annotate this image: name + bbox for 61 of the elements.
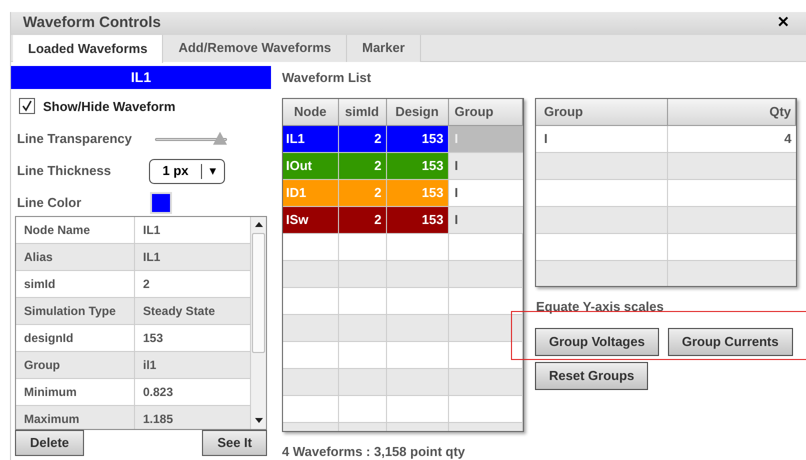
group-button[interactable]: Reset Groups bbox=[535, 362, 648, 390]
property-value: IL1 bbox=[142, 248, 162, 266]
tab[interactable]: Add/Remove Waveforms bbox=[163, 34, 348, 62]
property-name: Simulation Type bbox=[16, 298, 135, 324]
table-cell: 2 bbox=[338, 152, 386, 180]
delete-button[interactable]: Delete bbox=[15, 430, 84, 456]
property-name: Minimum bbox=[16, 378, 135, 404]
section-title: Waveform List bbox=[282, 68, 372, 86]
property-value: 2 bbox=[142, 276, 151, 292]
color-swatch[interactable] bbox=[150, 192, 172, 214]
scrollbar[interactable] bbox=[250, 216, 266, 428]
property-value: 0.823 bbox=[142, 384, 174, 400]
table-cell: ID1 bbox=[283, 180, 338, 206]
status-text: 4 Waveforms : 3,158 point qty bbox=[282, 442, 466, 460]
table-cell: 153 bbox=[386, 206, 448, 234]
down-arrow-icon[interactable] bbox=[254, 418, 262, 423]
group-button[interactable]: Group Voltages bbox=[535, 328, 659, 356]
property-name: Alias bbox=[16, 244, 135, 270]
column-header[interactable]: Design bbox=[386, 98, 448, 126]
property-name: Group bbox=[16, 352, 135, 378]
column-header[interactable]: Node bbox=[283, 98, 338, 126]
column-header[interactable]: Qty bbox=[667, 98, 796, 126]
column-header[interactable]: Group bbox=[448, 98, 522, 126]
table-cell: IL1 bbox=[283, 126, 338, 152]
checkbox[interactable] bbox=[19, 98, 35, 114]
tab[interactable]: Loaded Waveforms bbox=[13, 34, 164, 62]
table-cell: 153 bbox=[386, 180, 448, 206]
property-name: Node Name bbox=[16, 216, 135, 242]
checkbox-label: Show/Hide Waveform bbox=[43, 98, 176, 116]
thickness-label: Line Thickness bbox=[17, 162, 112, 180]
property-value: 153 bbox=[142, 330, 164, 346]
group-button[interactable]: Group Currents bbox=[668, 328, 793, 356]
table-cell: I bbox=[448, 206, 522, 234]
up-arrow-icon[interactable] bbox=[254, 222, 262, 227]
line-color-label: Line Color bbox=[17, 194, 82, 212]
column-header[interactable]: Group bbox=[536, 98, 667, 126]
property-value: il1 bbox=[142, 356, 158, 374]
transparency-label: Line Transparency bbox=[17, 130, 133, 148]
see-it-button[interactable]: See It bbox=[202, 430, 267, 456]
property-value: 1.185 bbox=[142, 410, 174, 428]
table-cell: I bbox=[448, 152, 522, 180]
close-button[interactable]: ✕ bbox=[777, 12, 790, 34]
waveform-name-header: IL1 bbox=[11, 66, 271, 88]
property-value: Steady State bbox=[142, 302, 216, 320]
table-cell: ISw bbox=[283, 206, 338, 234]
table-cell: 2 bbox=[338, 206, 386, 234]
transparency-slider[interactable] bbox=[155, 132, 227, 146]
table-cell: I bbox=[448, 180, 522, 206]
property-name: designId bbox=[16, 324, 135, 350]
table-cell: 2 bbox=[338, 180, 386, 206]
table-cell: IOut bbox=[283, 152, 338, 180]
tab[interactable]: Marker bbox=[347, 34, 421, 62]
column-header[interactable]: simId bbox=[338, 98, 386, 126]
table-cell: 153 bbox=[386, 152, 448, 180]
table-cell: 2 bbox=[338, 126, 386, 152]
property-name: simId bbox=[16, 270, 135, 296]
section-title: Equate Y-axis scales bbox=[536, 298, 665, 316]
window-title: Waveform Controls bbox=[23, 13, 161, 33]
property-value: IL1 bbox=[142, 222, 162, 238]
table-cell: 153 bbox=[386, 126, 448, 152]
thickness-dropdown[interactable]: 1 px ▾ bbox=[149, 158, 225, 184]
